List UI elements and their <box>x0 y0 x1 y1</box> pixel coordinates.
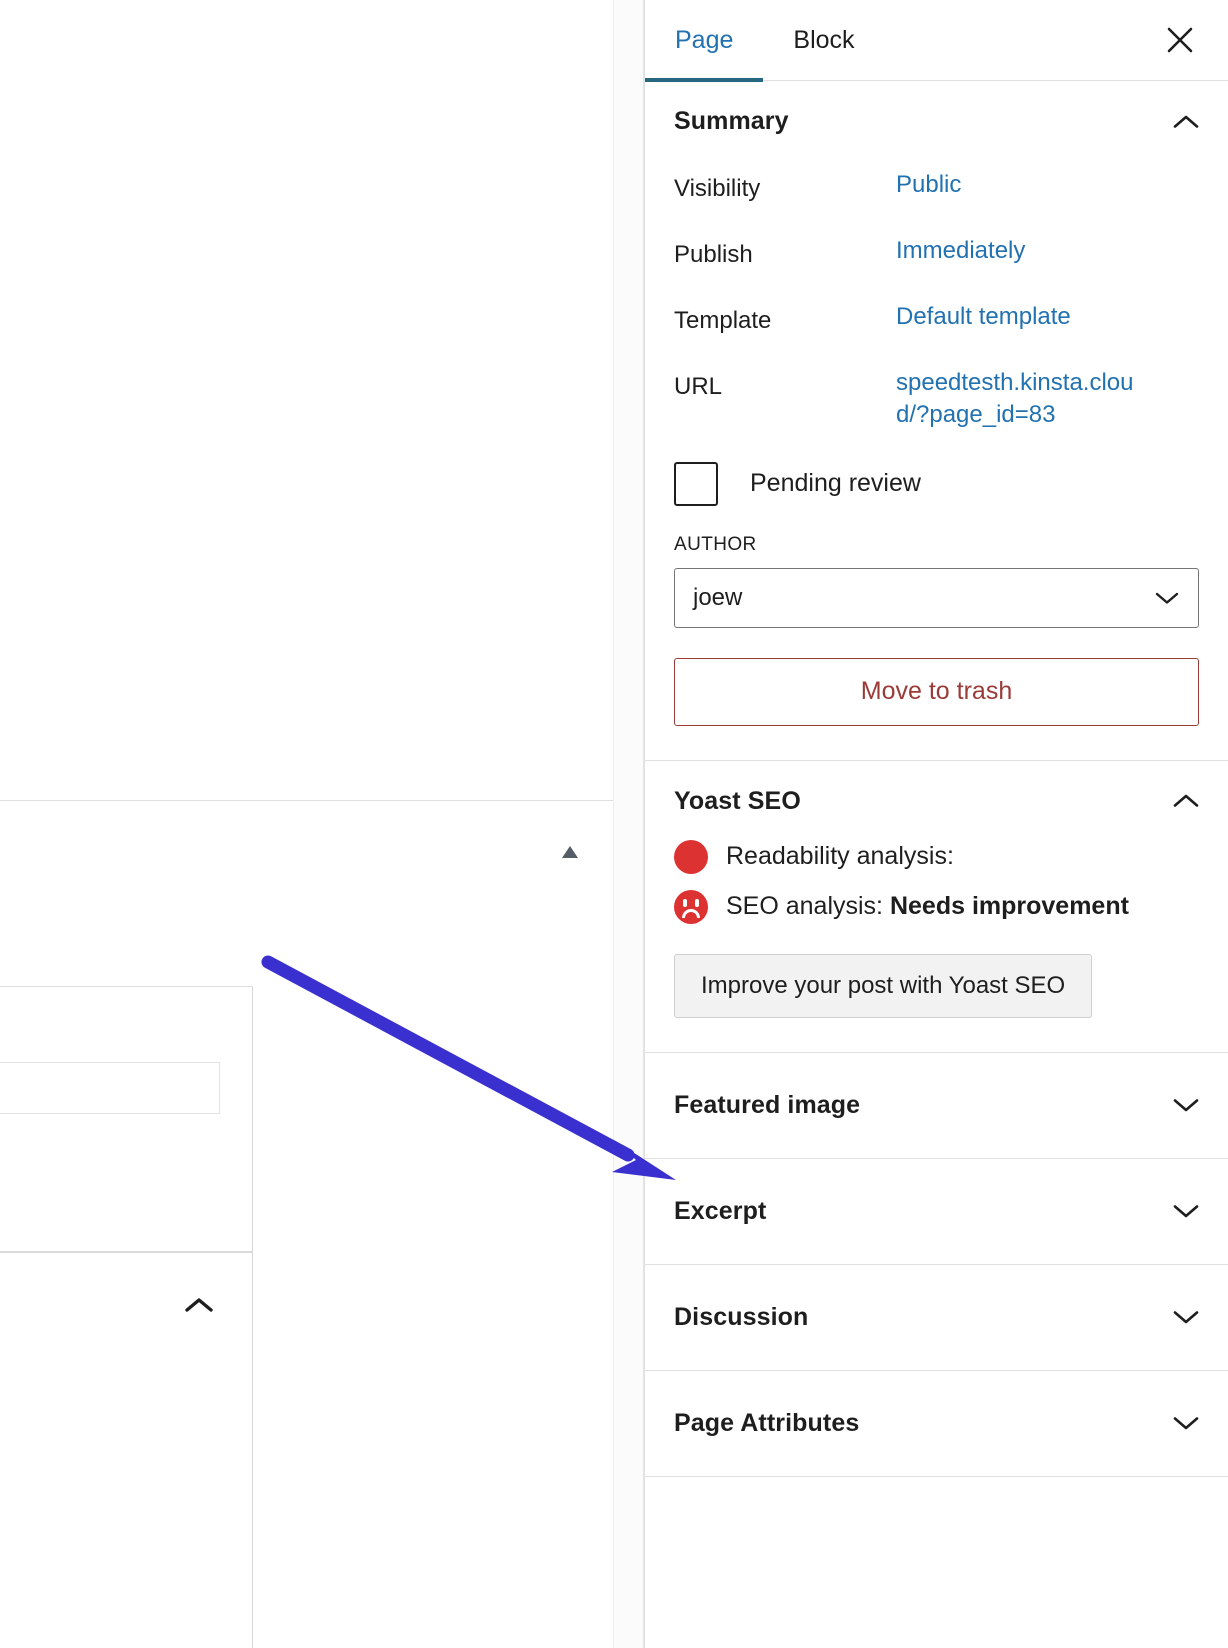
caret-up-icon[interactable] <box>556 838 584 866</box>
sidebar-tabbar: Page Block <box>645 0 1228 81</box>
canvas-divider <box>0 800 613 801</box>
editor-inner-field <box>0 1062 220 1114</box>
improve-post-label: Improve your post with Yoast SEO <box>701 972 1065 1000</box>
tab-block[interactable]: Block <box>763 0 884 81</box>
tab-page[interactable]: Page <box>645 0 763 81</box>
author-select[interactable]: joew <box>674 568 1199 628</box>
chevron-up-icon[interactable] <box>1172 113 1200 131</box>
section-discussion-title: Discussion <box>674 1303 808 1332</box>
editor-block-outline <box>0 986 253 1252</box>
chevron-down-icon[interactable] <box>1172 1096 1200 1114</box>
editor-vertical-rule <box>252 1252 253 1648</box>
yoast-seo-status: Needs improvement <box>890 892 1129 920</box>
pending-review-checkbox[interactable] <box>674 462 718 506</box>
chevron-down-icon[interactable] <box>1172 1202 1200 1220</box>
section-page-attributes: Page Attributes <box>645 1371 1228 1477</box>
author-label: AUTHOR <box>674 534 1199 556</box>
yoast-readability-label: Readability analysis: <box>726 842 954 871</box>
chevron-down-icon <box>1154 590 1180 606</box>
summary-value-publish[interactable]: Immediately <box>896 235 1199 267</box>
pending-review-label: Pending review <box>750 469 921 498</box>
close-icon[interactable] <box>1154 14 1206 66</box>
summary-row-url: URL speedtesth.kinsta.cloud/?page_id=83 <box>674 358 1199 442</box>
summary-label-template: Template <box>674 301 896 339</box>
summary-value-url[interactable]: speedtesth.kinsta.cloud/?page_id=83 <box>896 367 1134 432</box>
section-summary: Summary Visibility Public Publish Immedi… <box>645 81 1228 761</box>
section-summary-header[interactable]: Summary <box>645 81 1228 160</box>
author-select-value: joew <box>675 584 742 612</box>
summary-row-template: Template Default template <box>674 292 1199 358</box>
section-excerpt: Excerpt <box>645 1159 1228 1265</box>
tab-page-label: Page <box>675 26 733 55</box>
section-summary-body: Visibility Public Publish Immediately Te… <box>645 160 1228 726</box>
summary-value-visibility[interactable]: Public <box>896 169 1199 201</box>
vertical-scrollbar-track[interactable] <box>618 0 640 1648</box>
editor-vertical-rule-top <box>252 986 253 1252</box>
red-dot-icon <box>674 840 708 874</box>
chevron-up-icon[interactable] <box>182 1288 216 1322</box>
section-featured-image-title: Featured image <box>674 1091 860 1120</box>
section-featured-image: Featured image <box>645 1053 1228 1159</box>
section-yoast-header[interactable]: Yoast SEO <box>645 761 1228 840</box>
yoast-seo-label-text: SEO analysis: <box>726 892 883 920</box>
summary-value-template[interactable]: Default template <box>896 301 1199 333</box>
editor-lower-divider <box>0 1252 253 1253</box>
pending-review-row: Pending review <box>674 462 1199 506</box>
section-excerpt-title: Excerpt <box>674 1197 766 1226</box>
section-excerpt-header[interactable]: Excerpt <box>645 1159 1228 1264</box>
red-sad-face-icon <box>674 890 708 924</box>
summary-row-publish: Publish Immediately <box>674 226 1199 292</box>
improve-post-button[interactable]: Improve your post with Yoast SEO <box>674 954 1092 1018</box>
section-yoast-body: Readability analysis: SEO analysis: Need… <box>645 840 1228 1052</box>
yoast-seo-label: SEO analysis: Needs improvement <box>726 892 1129 921</box>
summary-label-visibility: Visibility <box>674 169 896 207</box>
section-discussion: Discussion <box>645 1265 1228 1371</box>
section-page-attributes-title: Page Attributes <box>674 1409 859 1438</box>
chevron-up-icon[interactable] <box>1172 792 1200 810</box>
chevron-down-icon[interactable] <box>1172 1414 1200 1432</box>
move-to-trash-label: Move to trash <box>861 677 1012 706</box>
screenshot-root: Page Block Summary <box>0 0 1228 1648</box>
document-settings-sidebar: Page Block Summary <box>644 0 1228 1648</box>
tab-block-label: Block <box>793 26 854 55</box>
yoast-readability-row[interactable]: Readability analysis: <box>674 840 1199 874</box>
section-yoast-title: Yoast SEO <box>674 787 801 816</box>
move-to-trash-button[interactable]: Move to trash <box>674 658 1199 726</box>
summary-row-visibility: Visibility Public <box>674 160 1199 226</box>
section-featured-image-header[interactable]: Featured image <box>645 1053 1228 1158</box>
section-yoast-seo: Yoast SEO Readability analysis: <box>645 761 1228 1053</box>
summary-label-url: URL <box>674 367 896 405</box>
section-discussion-header[interactable]: Discussion <box>645 1265 1228 1370</box>
chevron-down-icon[interactable] <box>1172 1308 1200 1326</box>
section-summary-title: Summary <box>674 107 789 136</box>
section-page-attributes-header[interactable]: Page Attributes <box>645 1371 1228 1476</box>
summary-label-publish: Publish <box>674 235 896 273</box>
yoast-seo-row[interactable]: SEO analysis: Needs improvement <box>674 890 1199 924</box>
editor-canvas <box>0 0 613 1648</box>
